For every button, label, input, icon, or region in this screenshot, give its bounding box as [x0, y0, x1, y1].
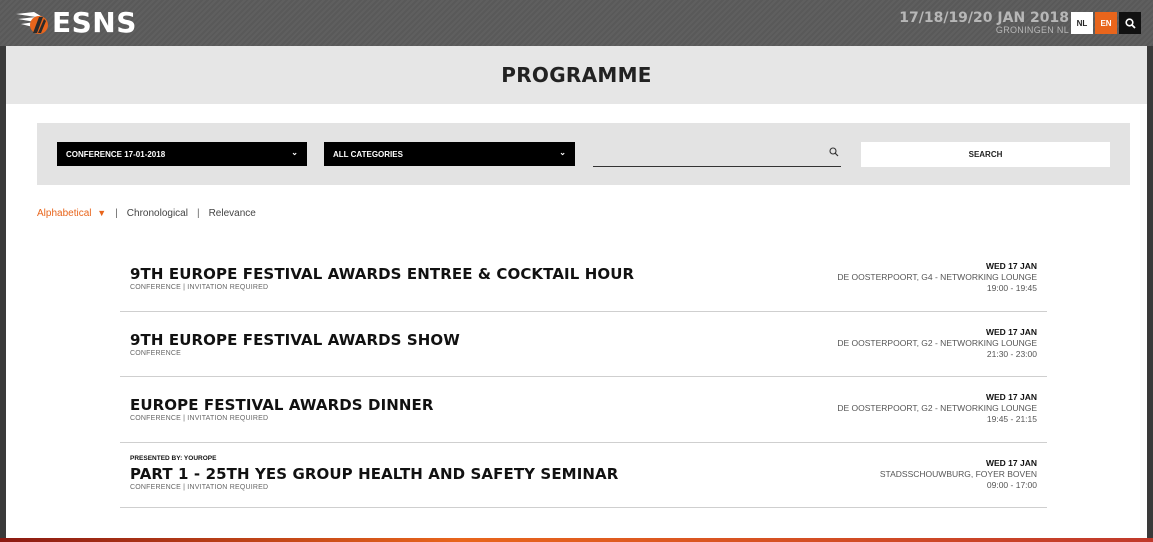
site-header: ESNS 17/18/19/20 JAN 2018 GRONINGEN NL N…	[0, 0, 1153, 46]
event-venue: STADSSCHOUWBURG, FOYER BOVEN	[879, 468, 1037, 479]
event-time: 09:00 - 17:00	[986, 479, 1037, 490]
search-icon	[1124, 17, 1136, 29]
sort-relevance[interactable]: Relevance	[209, 208, 256, 219]
event-title[interactable]: EUROPE FESTIVAL AWARDS DINNER	[130, 396, 434, 414]
festival-date-text: 17/18/19/20 JAN 2018	[899, 10, 1069, 26]
header-search-button[interactable]	[1119, 12, 1141, 34]
footer-accent-bar	[0, 538, 1153, 542]
winged-logo-icon	[16, 12, 48, 34]
search-field	[593, 143, 841, 167]
event-meta: CONFERENCE | INVITATION REQUIRED	[130, 483, 269, 491]
event-item[interactable]: PRESENTED BY: YOUROPE PART 1 - 25TH YES …	[120, 443, 1047, 508]
sort-separator: |	[115, 208, 118, 219]
sort-chronological[interactable]: Chronological	[127, 208, 188, 219]
sort-options: Alphabetical ▼ | Chronological | Relevan…	[37, 208, 256, 219]
sort-separator: |	[196, 208, 200, 219]
caret-down-icon: ▼	[97, 208, 107, 218]
event-details: WED 17 JAN DE OOSTERPOORT, G2 - NETWORKI…	[837, 392, 1037, 425]
event-details: WED 17 JAN DE OOSTERPOORT, G2 - NETWORKI…	[837, 327, 1037, 360]
event-meta: CONFERENCE	[130, 349, 182, 357]
event-meta: CONFERENCE | INVITATION REQUIRED	[130, 284, 269, 291]
category-select[interactable]: ALL CATEGORIES ⌄	[324, 142, 575, 166]
event-venue: DE OOSTERPOORT, G2 - NETWORKING LOUNGE	[837, 403, 1037, 413]
search-button[interactable]: SEARCH	[861, 142, 1110, 167]
language-nl-button[interactable]: NL	[1071, 12, 1093, 34]
event-time: 21:30 - 23:00	[986, 348, 1037, 359]
day-select[interactable]: CONFERENCE 17-01-2018 ⌄	[57, 142, 307, 166]
festival-location: GRONINGEN NL	[995, 25, 1069, 35]
event-venue: DE OOSTERPOORT, G2 - NETWORKING LOUNGE	[837, 337, 1037, 348]
day-select-value: CONFERENCE 17-01-2018	[66, 149, 166, 159]
event-item[interactable]: 9TH EUROPE FESTIVAL AWARDS SHOW CONFEREN…	[120, 312, 1047, 377]
category-select-value: ALL CATEGORIES	[333, 149, 403, 159]
event-details: WED 17 JAN STADSSCHOUWBURG, FOYER BOVEN …	[880, 458, 1037, 491]
event-details: WED 17 JAN DE OOSTERPOORT, G4 - NETWORKI…	[837, 261, 1037, 294]
event-day: WED 17 JAN	[985, 326, 1037, 337]
sort-alphabetical[interactable]: Alphabetical ▼	[37, 208, 106, 219]
search-input[interactable]	[593, 143, 813, 165]
chevron-down-icon: ⌄	[291, 148, 298, 157]
event-time: 19:00 - 19:45	[986, 283, 1037, 293]
event-item[interactable]: EUROPE FESTIVAL AWARDS DINNER CONFERENCE…	[120, 377, 1047, 443]
event-venue: DE OOSTERPOORT, G4 - NETWORKING LOUNGE	[837, 272, 1037, 282]
event-day: WED 17 JAN	[985, 261, 1037, 271]
event-time: 19:45 - 21:15	[986, 414, 1037, 424]
event-title[interactable]: 9TH EUROPE FESTIVAL AWARDS ENTREE & COCK…	[130, 265, 634, 283]
festival-dates: 17/18/19/20 JAN 2018 GRONINGEN NL	[899, 11, 1069, 36]
site-logo[interactable]: ESNS	[14, 6, 137, 40]
event-day: WED 17 JAN	[985, 392, 1037, 402]
event-meta: CONFERENCE | INVITATION REQUIRED	[130, 415, 269, 422]
event-presenter: PRESENTED BY: YOUROPE	[130, 454, 217, 462]
event-list: 9TH EUROPE FESTIVAL AWARDS ENTREE & COCK…	[120, 246, 1047, 508]
page-title: PROGRAMME	[501, 63, 652, 87]
event-title[interactable]: 9TH EUROPE FESTIVAL AWARDS SHOW	[130, 331, 460, 349]
event-item[interactable]: 9TH EUROPE FESTIVAL AWARDS ENTREE & COCK…	[120, 246, 1047, 312]
language-en-button[interactable]: EN	[1095, 12, 1117, 34]
event-day: WED 17 JAN	[985, 457, 1037, 468]
sort-alphabetical-label: Alphabetical	[37, 208, 92, 219]
page-title-bar: PROGRAMME	[6, 46, 1147, 104]
logo-text: ESNS	[52, 6, 137, 39]
event-title[interactable]: PART 1 - 25TH YES GROUP HEALTH AND SAFET…	[130, 465, 618, 483]
filter-bar: CONFERENCE 17-01-2018 ⌄ ALL CATEGORIES ⌄…	[37, 123, 1130, 185]
search-icon[interactable]	[829, 147, 839, 157]
chevron-down-icon: ⌄	[559, 148, 566, 157]
